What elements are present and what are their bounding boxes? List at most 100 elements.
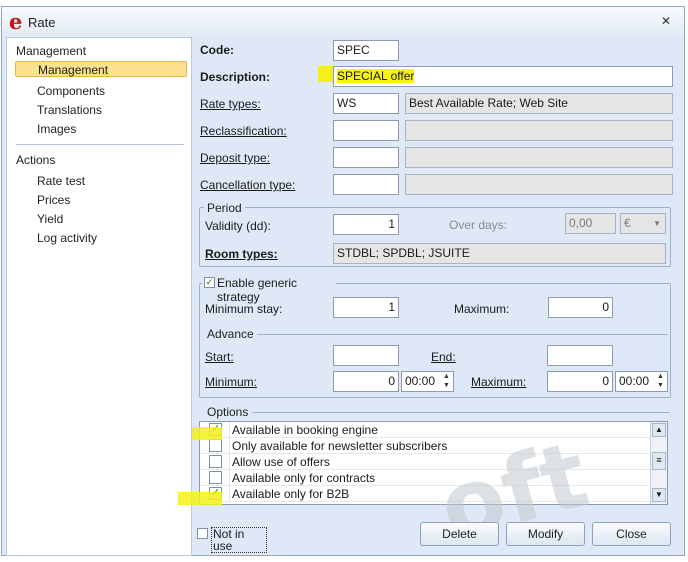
list-item[interactable]: ✓ Available in booking engine <box>200 422 650 438</box>
list-item-label: Available in booking engine <box>232 423 378 437</box>
not-in-use-label: Not in use <box>211 527 267 553</box>
minimum-advance-label[interactable]: Minimum: <box>205 375 257 389</box>
reclassification-description <box>405 120 673 141</box>
rate-types-code-field[interactable]: WS <box>333 93 399 114</box>
description-label: Description: <box>200 70 271 84</box>
deposit-type-label[interactable]: Deposit type: <box>200 151 270 165</box>
list-item[interactable]: Only available for newsletter subscriber… <box>200 438 650 454</box>
description-value: SPECIAL offer <box>337 69 415 83</box>
options-divider <box>252 412 670 413</box>
close-icon[interactable]: ✕ <box>659 14 673 28</box>
description-field[interactable]: SPECIAL offer <box>333 66 673 87</box>
delete-button[interactable]: Delete <box>420 522 499 546</box>
over-days-label: Over days: <box>449 218 508 232</box>
sidebar-item-rate-test[interactable]: Rate test <box>37 174 85 188</box>
minimum-stay-field[interactable]: 1 <box>333 297 399 318</box>
options-list: ✓ Available in booking engine Only avail… <box>199 421 668 505</box>
code-label: Code: <box>200 43 234 57</box>
list-item-label: Available only for B2B <box>232 487 350 501</box>
options-scrollbar[interactable]: ▲ ≡ ▼ <box>650 422 667 504</box>
checkbox-icon[interactable] <box>209 471 222 484</box>
currency-value: € <box>624 216 631 230</box>
minimum-time-stepper[interactable]: 00:00 ▲ ▼ <box>401 371 454 392</box>
cancellation-type-description <box>405 174 673 195</box>
rate-types-label[interactable]: Rate types: <box>200 97 261 111</box>
reclassification-code-field[interactable] <box>333 120 399 141</box>
minimum-time-value: 00:00 <box>405 374 436 388</box>
validity-label: Validity (dd): <box>205 219 271 233</box>
scroll-down-icon[interactable]: ▼ <box>652 488 666 502</box>
highlight-marker <box>192 427 222 440</box>
list-item-check-cell <box>200 438 230 453</box>
list-item-check-cell <box>200 470 230 485</box>
end-label[interactable]: End: <box>431 350 456 364</box>
sidebar-item-log-activity[interactable]: Log activity <box>37 231 97 245</box>
sidebar-item-prices[interactable]: Prices <box>37 193 70 207</box>
start-label[interactable]: Start: <box>205 350 234 364</box>
start-field[interactable] <box>333 345 399 366</box>
spin-down-icon[interactable]: ▼ <box>655 381 666 390</box>
close-button[interactable]: Close <box>592 522 671 546</box>
minimum-advance-field[interactable]: 0 <box>333 371 399 392</box>
cancellation-type-code-field[interactable] <box>333 174 399 195</box>
enable-generic-strategy-checkbox[interactable]: ✓ Enable generic strategy <box>202 276 336 304</box>
spin-up-icon[interactable]: ▲ <box>655 372 666 381</box>
reclassification-label[interactable]: Reclassification: <box>200 124 287 138</box>
code-field[interactable]: SPEC <box>333 40 399 61</box>
maximum-time-stepper[interactable]: 00:00 ▲ ▼ <box>615 371 668 392</box>
spin-up-icon[interactable]: ▲ <box>441 372 452 381</box>
not-in-use-checkbox[interactable]: Not in use <box>197 527 267 553</box>
sidebar-item-yield[interactable]: Yield <box>37 212 63 226</box>
sidebar-item-label: Management <box>38 63 109 77</box>
chevron-down-icon: ▼ <box>653 219 661 228</box>
options-legend: Options <box>204 405 252 419</box>
sidebar-section-management: Management <box>16 44 87 58</box>
validity-field[interactable]: 1 <box>333 214 399 235</box>
sidebar-item-management[interactable]: Management <box>15 61 187 77</box>
maximum-advance-field[interactable]: 0 <box>547 371 613 392</box>
checkbox-icon[interactable] <box>209 439 222 452</box>
rate-types-description: Best Available Rate; Web Site <box>405 93 673 114</box>
list-item[interactable]: ✓ Available only for B2B <box>200 486 650 502</box>
sidebar: Management Management Components Transla… <box>6 37 192 556</box>
maximum-advance-label[interactable]: Maximum: <box>471 375 526 389</box>
deposit-type-code-field[interactable] <box>333 147 399 168</box>
modify-button[interactable]: Modify <box>506 522 585 546</box>
maximum-stay-field[interactable]: 0 <box>548 297 613 318</box>
maximum-stay-label: Maximum: <box>454 302 510 316</box>
advance-divider <box>252 334 668 335</box>
list-item-label: Available only for contracts <box>232 471 376 485</box>
spin-down-icon[interactable]: ▼ <box>441 381 452 390</box>
app-logo-icon: e <box>9 9 23 34</box>
currency-select: € ▼ <box>620 213 666 234</box>
checkbox-icon <box>197 528 208 539</box>
list-item-check-cell <box>200 454 230 469</box>
minimum-stay-label: Minimum stay: <box>205 302 283 316</box>
sidebar-item-images[interactable]: Images <box>37 122 76 136</box>
end-field[interactable] <box>547 345 613 366</box>
title-bar: e Rate ✕ <box>2 7 684 36</box>
check-icon: ✓ <box>204 277 215 288</box>
over-days-field: 0,00 <box>565 213 616 234</box>
enable-generic-strategy-label: Enable generic strategy <box>217 276 298 304</box>
room-types-field: STDBL; SPDBL; JSUITE <box>333 243 666 264</box>
checkbox-icon[interactable] <box>209 455 222 468</box>
highlight-marker <box>318 66 334 82</box>
sidebar-item-translations[interactable]: Translations <box>37 103 102 117</box>
sidebar-section-actions: Actions <box>16 153 56 167</box>
list-item-label: Allow use of offers <box>232 455 330 469</box>
highlight-marker <box>178 492 222 505</box>
window-title: Rate <box>28 15 56 30</box>
scroll-up-icon[interactable]: ▲ <box>652 423 666 437</box>
period-legend: Period <box>204 201 245 215</box>
cancellation-type-label[interactable]: Cancellation type: <box>200 178 295 192</box>
list-item[interactable]: Available only for contracts <box>200 470 650 486</box>
list-item-label: Only available for newsletter subscriber… <box>232 439 448 453</box>
scroll-thumb[interactable]: ≡ <box>652 452 666 470</box>
room-types-label[interactable]: Room types: <box>205 247 278 261</box>
advance-legend: Advance <box>204 327 257 341</box>
sidebar-divider <box>16 144 184 145</box>
maximum-time-value: 00:00 <box>619 374 650 388</box>
list-item[interactable]: Allow use of offers <box>200 454 650 470</box>
sidebar-item-components[interactable]: Components <box>37 84 105 98</box>
